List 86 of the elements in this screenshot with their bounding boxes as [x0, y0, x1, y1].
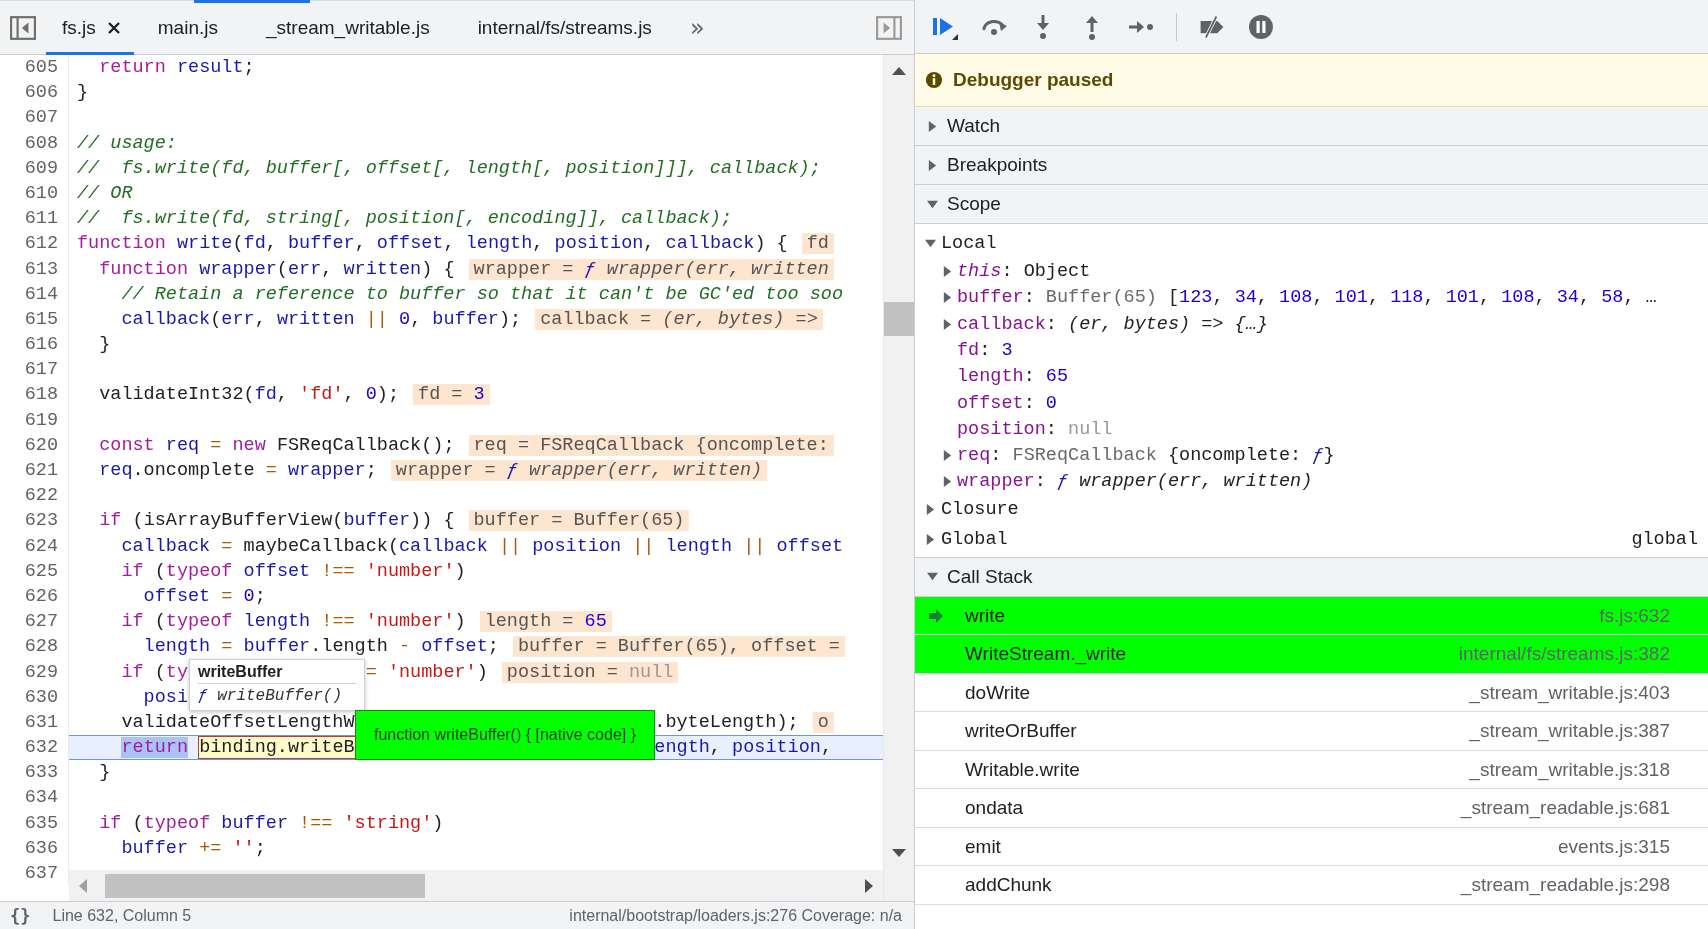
section-header[interactable]: Breakpoints	[915, 146, 1708, 185]
scroll-thumb[interactable]	[105, 873, 425, 898]
call-frame[interactable]: emit events.js:315	[915, 827, 1708, 867]
scope-entry[interactable]: callback: (er, bytes) => {…}	[957, 313, 1268, 335]
expand-arrow-icon[interactable]	[927, 198, 938, 210]
scroll-thumb[interactable]	[884, 302, 914, 336]
frame-function: WriteStream._write	[965, 643, 1128, 666]
call-frame[interactable]: writeOrBuffer _stream_writable.js:387	[915, 712, 1708, 751]
current-frame-arrow-icon	[929, 608, 943, 623]
info-icon	[925, 71, 943, 89]
code-line: function wrapper(err, written) { wrapper = ƒ wrapper(err, written	[68, 256, 883, 282]
popover-title: writeBuffer	[198, 661, 356, 684]
close-icon[interactable]	[107, 21, 120, 34]
code-line: validateInt32(fd, 'fd', 0); fd = 3	[68, 382, 883, 408]
frame-location: events.js:315	[1558, 835, 1670, 858]
code-line: function write(fd, buffer, offset, length, position, callback) { fd	[68, 231, 883, 257]
frame-location: _stream_writable.js:387	[1469, 720, 1670, 743]
code-line: const req = new FSReqCallback(); req = FSReqCallback {oncomplete:	[68, 432, 883, 458]
scope-entry[interactable]: position: null	[957, 418, 1113, 440]
code-line: if (isArrayBufferView(buffer)) { buffer = Buffer(65)	[68, 508, 883, 534]
value-tooltip: function writeBuffer() { [native code] }	[355, 710, 655, 760]
frame-function: emit	[965, 835, 1002, 858]
scroll-right-icon[interactable]	[865, 878, 875, 893]
scope-group-label[interactable]: Local	[941, 233, 1698, 255]
frame-function: doWrite	[965, 681, 1032, 704]
scope-entry[interactable]: buffer: Buffer(65) [123, 34, 108, 101, 118, 101, 108, 34, 58, …	[957, 287, 1657, 309]
call-frame[interactable]: doWrite _stream_writable.js:403	[915, 673, 1708, 713]
scope-group-label[interactable]: Global	[941, 528, 1627, 550]
frame-function: writeOrBuffer	[965, 720, 1078, 743]
expand-arrow-icon[interactable]	[942, 450, 953, 462]
file-tab[interactable]: main.js	[133, 0, 242, 55]
scope-entry[interactable]: offset: 0	[957, 392, 1057, 414]
expand-arrow-icon[interactable]	[942, 266, 953, 278]
pretty-print-button[interactable]: {}	[10, 905, 31, 926]
scope-entry[interactable]: this: Object	[957, 261, 1091, 283]
code-line: callback(err, written || 0, buffer); callback = (er, bytes) =>	[68, 306, 883, 333]
popover-value: ƒ writeBuffer()	[198, 686, 344, 707]
scope-entry[interactable]: wrapper: ƒ wrapper(err, written)	[957, 471, 1313, 493]
code-line: if (typeof length !== 'number') length = 65	[68, 609, 883, 635]
frame-location: _stream_readable.js:298	[1460, 874, 1670, 897]
expand-arrow-icon[interactable]	[925, 533, 936, 545]
expand-arrow-icon[interactable]	[927, 571, 938, 583]
frame-function: Writable.write	[965, 758, 1081, 781]
scroll-down-icon[interactable]	[892, 849, 906, 859]
sidebar-toggle-icon[interactable]	[876, 15, 902, 40]
expand-arrow-icon[interactable]	[925, 238, 936, 250]
call-frame[interactable]: addChunk _stream_readable.js:298	[915, 866, 1708, 905]
file-tab[interactable]: internal/fs/streams.js	[453, 0, 676, 55]
frame-function: ondata	[965, 797, 1025, 820]
banner-text: Debugger paused	[953, 69, 1114, 91]
call-frame[interactable]: write fs.js:632	[915, 596, 1708, 636]
expand-arrow-icon[interactable]	[942, 292, 953, 304]
frame-location: _stream_writable.js:318	[1469, 758, 1670, 781]
source-info: internal/bootstrap/loaders.js:276 Coverage: n/a	[569, 906, 902, 925]
file-tab[interactable]: _stream_writable.js	[241, 0, 454, 55]
call-frame[interactable]: WriteStream._write internal/fs/streams.js:382	[915, 635, 1708, 674]
frame-location: fs.js:632	[1599, 604, 1670, 627]
expand-arrow-icon[interactable]	[927, 120, 938, 132]
pause-on-exceptions-icon[interactable]	[1247, 12, 1275, 41]
scope-entry[interactable]: length: 65	[957, 366, 1069, 388]
expand-arrow-icon[interactable]	[942, 318, 953, 330]
scope-group-label[interactable]: Closure	[941, 499, 1698, 521]
scope-value: global	[1631, 528, 1698, 550]
frame-location: internal/fs/streams.js:382	[1458, 643, 1670, 666]
horizontal-scrollbar[interactable]	[69, 870, 883, 901]
more-tabs-button[interactable]: »	[675, 0, 719, 55]
section-header[interactable]: Call Stack	[915, 557, 1708, 597]
code-line: length = buffer.length - offset; buffer = Buffer(65), offset =	[68, 634, 883, 660]
frame-function: write	[965, 604, 1007, 627]
call-frame[interactable]: ondata _stream_readable.js:681	[915, 789, 1708, 828]
vertical-scrollbar[interactable]	[883, 55, 914, 901]
frame-location: _stream_readable.js:681	[1460, 797, 1670, 820]
frame-function: addChunk	[965, 874, 1053, 897]
sidebar-toggle-icon[interactable]	[10, 15, 36, 40]
scope-entry[interactable]: req: FSReqCallback {oncomplete: ƒ}	[957, 445, 1335, 467]
expand-arrow-icon[interactable]	[927, 159, 938, 171]
cursor-position: Line 632, Column 5	[52, 906, 193, 925]
section-header[interactable]: Watch	[915, 107, 1708, 146]
scroll-up-icon[interactable]	[892, 65, 906, 75]
scope-entry[interactable]: fd: 3	[957, 339, 1013, 361]
call-frame[interactable]: Writable.write _stream_writable.js:318	[915, 750, 1708, 790]
frame-location: _stream_writable.js:403	[1469, 681, 1670, 704]
expand-arrow-icon[interactable]	[942, 476, 953, 488]
expand-arrow-icon[interactable]	[925, 504, 936, 516]
section-header[interactable]: Scope	[915, 185, 1708, 224]
code-line: req.oncomplete = wrapper; wrapper = ƒ wrapper(err, written)	[68, 458, 883, 484]
